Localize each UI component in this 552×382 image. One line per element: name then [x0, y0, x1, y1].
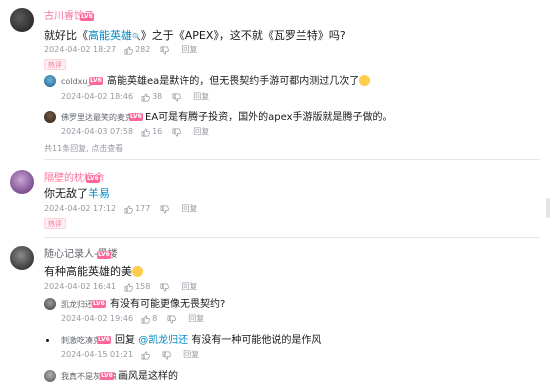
avatar[interactable] [44, 111, 56, 123]
avatar[interactable] [44, 370, 56, 382]
thumb-down-icon [160, 283, 170, 291]
level-badge: LV6 [92, 300, 106, 308]
comment-meta: 2024-04-02 17:12 177 回复 [44, 204, 197, 214]
thumb-up-icon [141, 93, 150, 101]
reply-button[interactable]: 回复 [193, 127, 209, 137]
reply-text: 画风是这样的 [118, 371, 178, 382]
timestamp: 2024-04-02 19:46 [61, 314, 134, 323]
dislike-button[interactable] [160, 283, 171, 292]
like-button[interactable]: 177 [124, 204, 150, 214]
thumb-down-icon [160, 205, 170, 213]
avatar[interactable] [10, 8, 34, 32]
search-link[interactable]: 羊易 [88, 187, 110, 200]
scrollbar[interactable] [546, 198, 550, 218]
reply-meta: 2024-04-03 07:58 16 回复 [61, 127, 209, 137]
comment-meta: 2024-04-02 16:41 158 回复 [44, 282, 197, 292]
avatar[interactable] [10, 170, 34, 194]
level-badge: LV6 [100, 372, 114, 380]
comment-text: 就好比《高能英雄🔍》之于《APEX》，这不就《瓦罗兰特》吗? [44, 29, 346, 42]
like-button[interactable]: 282 [124, 45, 150, 55]
level-badge: LV6 [86, 175, 100, 183]
timestamp: 2024-04-02 17:12 [44, 204, 117, 213]
view-more-replies[interactable]: 共11条回复, 点击查看 [44, 143, 123, 154]
thumb-up-icon [124, 205, 133, 213]
reply-meta: 2024-04-02 19:46 8 回复 [61, 314, 204, 324]
thumb-up-icon [141, 315, 150, 323]
dislike-button[interactable] [172, 93, 183, 102]
search-link[interactable]: 高能英雄 [88, 29, 132, 42]
reply-text: 有没有可能更像无畏契约? [110, 299, 226, 310]
username[interactable]: 佛罗里达最笑的麦克 [61, 112, 133, 124]
reply-button[interactable]: 回复 [181, 45, 197, 55]
thumb-up-icon [141, 128, 150, 136]
laugh-emoji-icon [359, 75, 371, 86]
reply-text: 高能英雄ea是默许的，但无畏契约手游可都内测过几次了 [107, 75, 371, 88]
comment-text: 有种高能英雄的美 [44, 265, 143, 278]
avatar[interactable] [44, 298, 56, 310]
like-button[interactable]: 8 [141, 314, 157, 324]
timestamp: 2024-04-15 01:21 [61, 350, 134, 359]
timestamp: 2024-04-03 07:58 [61, 127, 134, 136]
reply-button[interactable]: 回复 [181, 282, 197, 292]
reply-text: 回复 @凯龙归还 有没有一种可能他说的是作风 [115, 335, 322, 346]
reply-button[interactable]: 回复 [188, 314, 204, 324]
thumb-down-icon [160, 46, 170, 54]
username[interactable]: 刺激吃凑克 [61, 335, 101, 347]
reply-button[interactable]: 回复 [181, 204, 197, 214]
level-badge: LV6 [97, 251, 111, 259]
thumb-down-icon [172, 128, 182, 136]
thumb-up-icon [124, 46, 133, 54]
bullet-dot [46, 339, 49, 342]
dislike-button[interactable] [160, 46, 171, 55]
smile-emoji-icon [132, 266, 143, 277]
thumb-down-icon [167, 315, 177, 323]
mention-link[interactable]: @凯龙归还 [138, 335, 188, 346]
thumb-down-icon [172, 93, 182, 101]
avatar[interactable] [44, 75, 56, 87]
comment-text: 你无敌了羊易 [44, 187, 110, 200]
hot-comment-badge: 热评 [44, 218, 66, 229]
like-button[interactable]: 38 [141, 92, 162, 102]
avatar[interactable] [10, 246, 34, 270]
dislike-button[interactable] [172, 128, 183, 137]
level-badge: LV6 [80, 13, 94, 21]
dislike-button[interactable] [162, 351, 173, 360]
reply-text: EA可是有腾子投资，国外的apex手游版就是腾子做的。 [145, 112, 393, 123]
like-button[interactable] [141, 351, 152, 360]
dislike-button[interactable] [160, 205, 171, 214]
like-button[interactable]: 16 [141, 127, 162, 137]
divider [44, 237, 540, 238]
username[interactable]: 凯龙归还 [61, 299, 93, 311]
reply-button[interactable]: 回复 [193, 92, 209, 102]
level-badge: LV6 [129, 113, 143, 121]
reply-button[interactable]: 回复 [183, 350, 199, 360]
thumb-down-icon [162, 351, 171, 359]
timestamp: 2024-04-02 18:46 [61, 92, 134, 101]
reply-meta: 2024-04-02 18:46 38 回复 [61, 92, 209, 102]
divider [44, 159, 540, 160]
hot-comment-badge: 热评 [44, 59, 66, 70]
comment-meta: 2024-04-02 18:27 282 回复 [44, 45, 197, 55]
timestamp: 2024-04-02 16:41 [44, 282, 117, 291]
like-button[interactable]: 158 [124, 282, 150, 292]
username[interactable]: coldxu_ [61, 76, 91, 88]
thumb-up-icon [141, 351, 150, 359]
level-badge: LV6 [97, 336, 111, 344]
reply-meta: 2024-04-15 01:21 回复 [61, 350, 199, 360]
level-badge: LV6 [89, 77, 103, 85]
timestamp: 2024-04-02 18:27 [44, 45, 117, 54]
thumb-up-icon [124, 283, 133, 291]
search-icon: 🔍 [132, 33, 141, 41]
dislike-button[interactable] [167, 315, 178, 324]
